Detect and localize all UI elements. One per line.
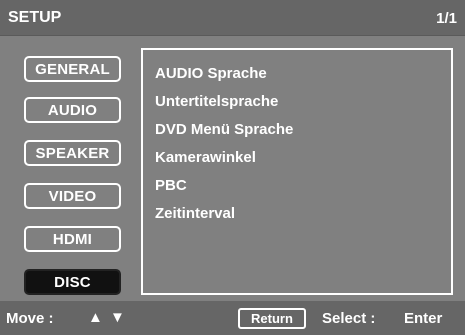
title-bar: SETUP 1/1 [0,0,465,36]
page-title: SETUP [8,9,62,26]
menu-item-disc[interactable]: DISC [24,269,121,295]
option-pbc[interactable]: PBC [155,177,187,194]
enter-hint-label: Enter [404,310,443,327]
menu-item-general[interactable]: GENERAL [24,56,121,82]
option-camera-angle[interactable]: Kamerawinkel [155,149,256,166]
select-hint-label: Select : [322,310,376,327]
setup-screen: SETUP 1/1 GENERAL AUDIO SPEAKER VIDEO HD… [0,0,465,335]
option-time-interval[interactable]: Zeitinterval [155,205,235,222]
menu-item-video[interactable]: VIDEO [24,183,121,209]
menu-item-speaker[interactable]: SPEAKER [24,140,121,166]
footer-bar: Move : ▲ ▼ Return Select : Enter [0,301,465,335]
return-button[interactable]: Return [238,308,306,329]
menu-item-audio[interactable]: AUDIO [24,97,121,123]
option-dvd-menu-language[interactable]: DVD Menü Sprache [155,121,293,138]
arrow-down-icon: ▼ [110,309,125,326]
disc-options-panel: AUDIO Sprache Untertitelsprache DVD Menü… [141,48,453,295]
move-hint-label: Move : [6,310,54,327]
option-audio-language[interactable]: AUDIO Sprache [155,65,267,82]
menu-item-hdmi[interactable]: HDMI [24,226,121,252]
page-indicator: 1/1 [436,10,457,27]
option-subtitle-language[interactable]: Untertitelsprache [155,93,278,110]
arrow-up-icon: ▲ [88,309,103,326]
